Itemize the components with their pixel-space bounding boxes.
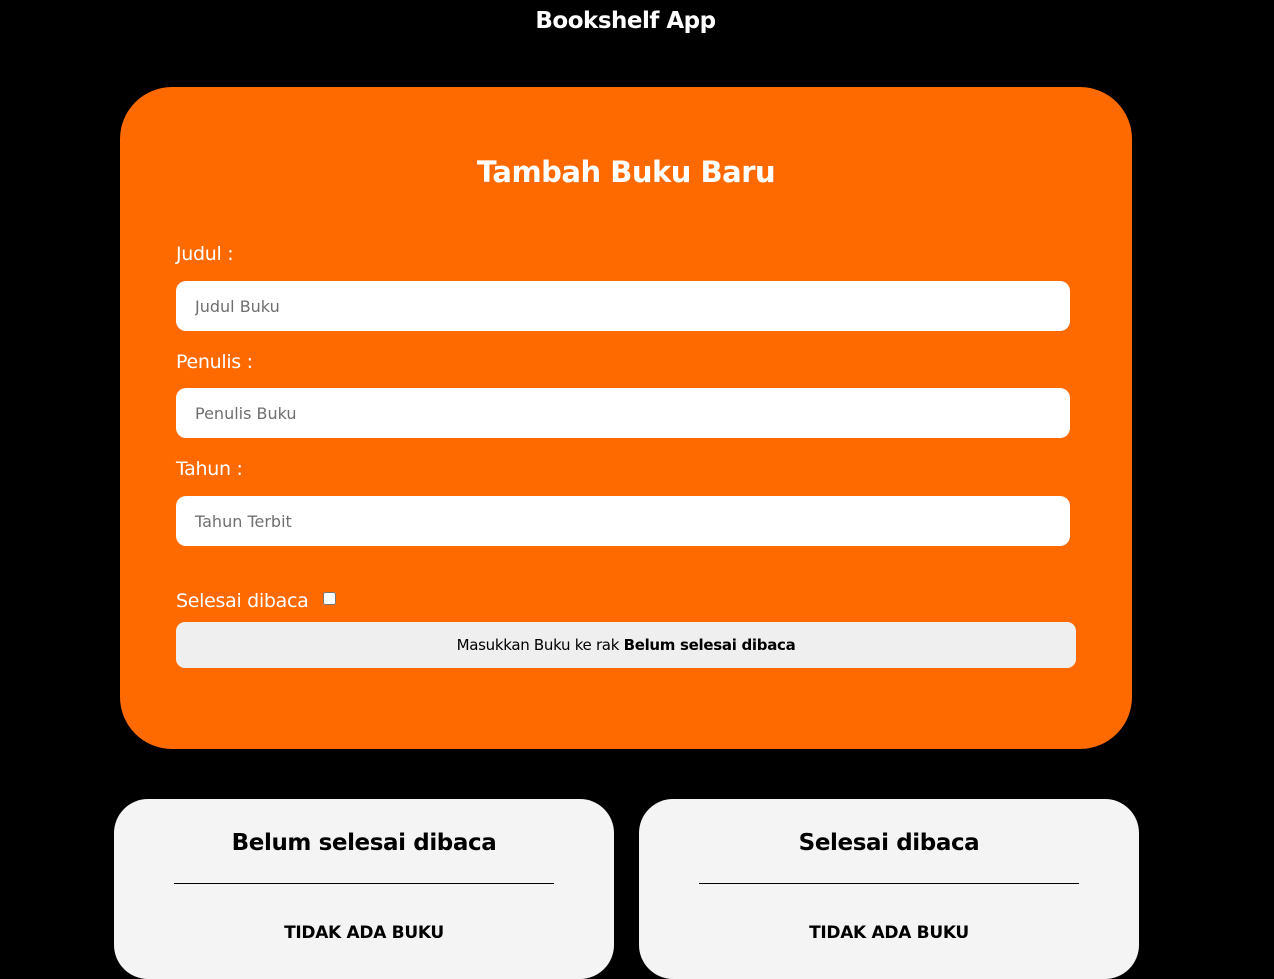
add-book-form-card: Tambah Buku Baru Judul : Penulis : Tahun…	[120, 87, 1132, 749]
complete-label: Selesai dibaca	[176, 590, 309, 612]
year-input[interactable]	[176, 496, 1070, 546]
complete-shelf-title: Selesai dibaca	[798, 830, 980, 856]
author-label: Penulis :	[176, 351, 253, 373]
incomplete-shelf-divider	[174, 883, 554, 884]
incomplete-shelf: Belum selesai dibaca TIDAK ADA BUKU	[114, 799, 614, 979]
submit-book-button[interactable]: Masukkan Buku ke rak Belum selesai dibac…	[176, 622, 1076, 668]
form-title: Tambah Buku Baru	[476, 155, 776, 189]
app-title: Bookshelf App	[535, 8, 716, 34]
year-label: Tahun :	[176, 458, 243, 480]
complete-shelf-divider	[699, 883, 1079, 884]
submit-prefix-text: Masukkan Buku ke rak	[456, 636, 620, 654]
complete-shelf-empty-text: TIDAK ADA BUKU	[809, 923, 969, 943]
complete-checkbox[interactable]	[322, 591, 336, 605]
complete-shelf: Selesai dibaca TIDAK ADA BUKU	[639, 799, 1139, 979]
title-input[interactable]	[176, 281, 1070, 331]
incomplete-shelf-empty-text: TIDAK ADA BUKU	[284, 923, 444, 943]
title-label: Judul :	[176, 243, 234, 265]
complete-row: Selesai dibaca	[176, 590, 336, 612]
author-input[interactable]	[176, 388, 1070, 438]
incomplete-shelf-title: Belum selesai dibaca	[231, 830, 497, 856]
submit-shelf-text: Belum selesai dibaca	[623, 636, 796, 654]
